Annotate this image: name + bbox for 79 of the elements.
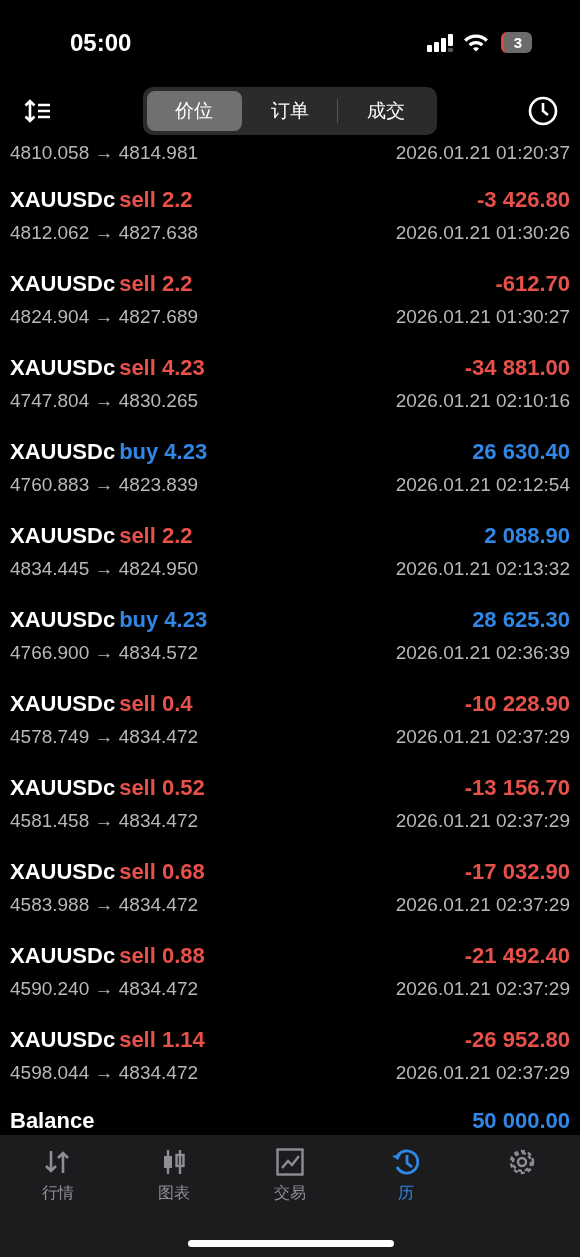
deal-time: 2026.01.21 02:12:54 <box>395 472 570 497</box>
deal-symbol: XAUUSDc <box>10 437 116 466</box>
deal-time: 2026.01.21 02:37:29 <box>395 1060 570 1085</box>
deal-profit: -612.70 <box>495 269 570 298</box>
deal-side: sell 1.14 <box>119 1025 205 1054</box>
deal-profit: -10 228.90 <box>464 689 570 718</box>
deal-side: sell 0.4 <box>119 689 193 718</box>
deal-prices: 4747.804 → 4830.265 <box>10 388 199 413</box>
deal-profit: 26 630.40 <box>472 437 570 466</box>
deal-prices: 4578.749 → 4834.472 <box>10 724 199 749</box>
deal-prices: 4824.904 → 4827.689 <box>10 304 199 329</box>
deal-time: 2026.01.21 01:20:37 <box>395 140 570 165</box>
segment-tab[interactable]: 订单 <box>242 91 338 131</box>
deal-symbol: XAUUSDc <box>10 605 116 634</box>
deal-side: sell 0.68 <box>119 857 205 886</box>
deal-prices: 4598.044 → 4834.472 <box>10 1060 199 1085</box>
settings-icon <box>507 1147 537 1177</box>
deal-side: sell 2.2 <box>119 185 193 214</box>
deal-symbol: XAUUSDc <box>10 185 116 214</box>
deal-side: sell 2.2 <box>119 521 193 550</box>
deal-time: 2026.01.21 02:13:32 <box>395 556 570 581</box>
deal-time: 2026.01.21 01:30:26 <box>395 220 570 245</box>
deal-symbol: XAUUSDc <box>10 773 116 802</box>
segment-tab[interactable]: 成交 <box>338 91 433 131</box>
deal-symbol: XAUUSDc <box>10 857 116 886</box>
clock-icon[interactable] <box>528 96 558 126</box>
tab-label: 图表 <box>158 1183 190 1203</box>
deal-symbol: XAUUSDc <box>10 269 116 298</box>
tab-label: 行情 <box>42 1183 74 1203</box>
deal-symbol: XAUUSDc <box>10 1025 116 1054</box>
balance-label: Balance <box>10 1106 95 1135</box>
deal-prices: 4760.883 → 4823.839 <box>10 472 199 497</box>
tab-bar-item[interactable]: 图表 <box>116 1135 232 1206</box>
deal-time: 2026.01.21 02:37:29 <box>395 808 570 833</box>
segment-tab[interactable]: 价位 <box>147 91 242 131</box>
status-time: 05:00 <box>70 27 132 58</box>
deal-time: 2026.01.21 02:37:29 <box>395 976 570 1001</box>
deal-prices: 4834.445 → 4824.950 <box>10 556 199 581</box>
deal-symbol: XAUUSDc <box>10 521 116 550</box>
sort-icon[interactable] <box>24 99 52 123</box>
deal-time: 2026.01.21 02:36:39 <box>395 640 570 665</box>
deal-side: sell 0.88 <box>119 941 205 970</box>
deal-profit: -21 492.40 <box>464 941 570 970</box>
deal-side: sell 4.23 <box>119 353 205 382</box>
tab-bar-item[interactable]: 交易 <box>232 1135 348 1206</box>
deal-profit: 28 625.30 <box>472 605 570 634</box>
deal-symbol: XAUUSDc <box>10 689 116 718</box>
deal-side: buy 4.23 <box>119 605 208 634</box>
deal-profit: -13 156.70 <box>464 773 570 802</box>
deal-prices: 4581.458 → 4834.472 <box>10 808 199 833</box>
balance-value: 50 000.00 <box>472 1106 570 1135</box>
deal-symbol: XAUUSDc <box>10 353 116 382</box>
wifi-icon <box>462 33 489 52</box>
deal-time: 2026.01.21 02:10:16 <box>395 388 570 413</box>
deal-prices: 4590.240 → 4834.472 <box>10 976 199 1001</box>
line-chart-icon <box>275 1147 305 1177</box>
deal-side: sell 0.52 <box>119 773 205 802</box>
deal-time: 2026.01.21 02:37:29 <box>395 892 570 917</box>
deal-profit: -26 952.80 <box>464 1025 570 1054</box>
deal-prices: 4583.988 → 4834.472 <box>10 892 199 917</box>
tab-label: 交易 <box>274 1183 306 1203</box>
deal-prices: 4810.058 → 4814.981 <box>10 140 199 165</box>
history-icon <box>391 1147 421 1177</box>
tab-bar-item[interactable]: 行情 <box>0 1135 116 1206</box>
tab-label: 历 <box>398 1183 414 1203</box>
deal-side: buy 4.23 <box>119 437 208 466</box>
deal-profit: -34 881.00 <box>464 353 570 382</box>
deal-symbol: XAUUSDc <box>10 941 116 970</box>
deal-time: 2026.01.21 01:30:27 <box>395 304 570 329</box>
deal-prices: 4766.900 → 4834.572 <box>10 640 199 665</box>
battery-icon: 3 <box>500 32 532 53</box>
deal-profit: 2 088.90 <box>484 521 570 550</box>
deal-prices: 4812.062 → 4827.638 <box>10 220 199 245</box>
deal-profit: -17 032.90 <box>464 857 570 886</box>
tab-bar-item[interactable]: 历 <box>348 1135 464 1206</box>
deal-side: sell 2.2 <box>119 269 193 298</box>
deal-time: 2026.01.21 02:37:29 <box>395 724 570 749</box>
deal-profit: -3 426.80 <box>477 185 570 214</box>
signal-icon <box>426 33 455 52</box>
